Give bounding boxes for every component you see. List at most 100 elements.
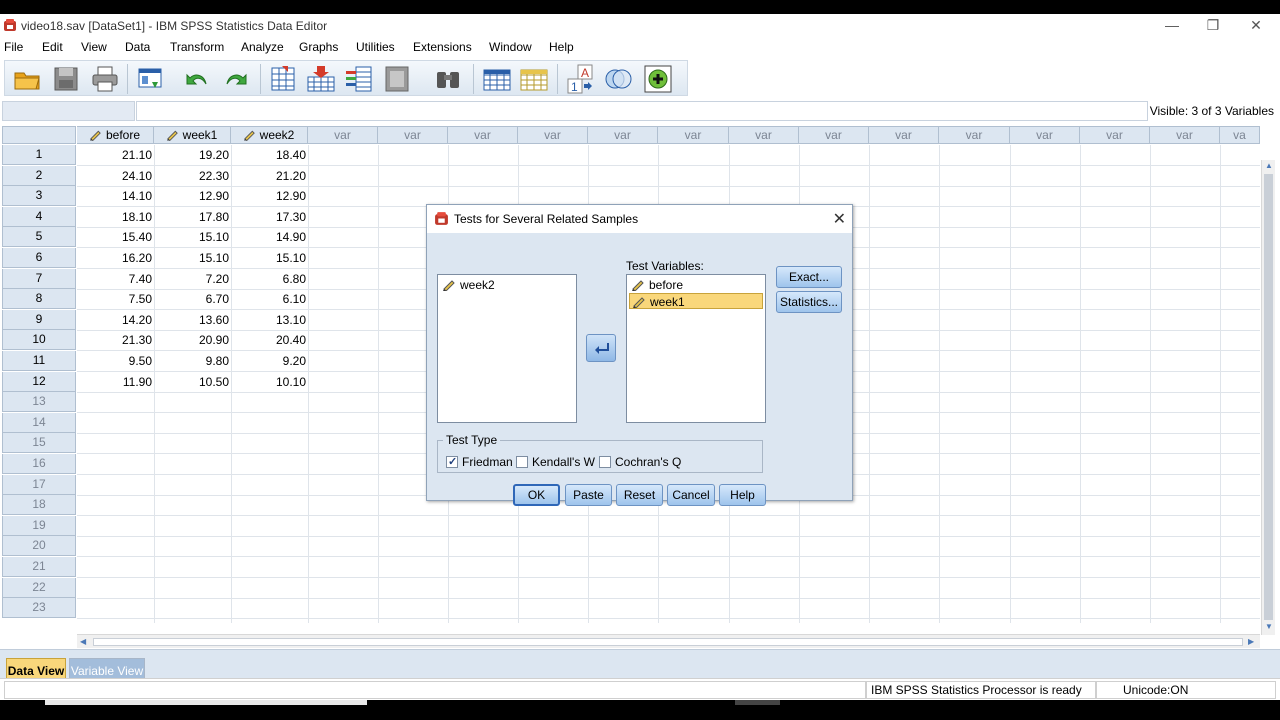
column-header-var[interactable]: var (308, 126, 378, 144)
menu-transform[interactable]: Transform (170, 40, 224, 54)
menu-edit[interactable]: Edit (42, 40, 63, 54)
open-icon[interactable] (12, 64, 42, 94)
data-cell[interactable]: 20.40 (231, 330, 308, 350)
exact-button[interactable]: Exact... (776, 266, 842, 288)
menu-file[interactable]: File (4, 40, 23, 54)
data-cell[interactable]: 24.10 (77, 166, 154, 186)
row-header[interactable]: 13 (2, 392, 76, 413)
data-cell[interactable]: 20.90 (154, 330, 231, 350)
data-cell[interactable]: 12.90 (154, 186, 231, 206)
data-cell[interactable]: 6.80 (231, 269, 308, 289)
column-header-var[interactable]: var (1080, 126, 1150, 144)
data-cell[interactable]: 6.70 (154, 289, 231, 309)
column-header-week2[interactable]: week2 (231, 126, 308, 144)
scroll-down-arrow-icon[interactable]: ▼ (1265, 622, 1273, 631)
column-header-week1[interactable]: week1 (154, 126, 231, 144)
data-cell[interactable]: 17.30 (231, 207, 308, 227)
row-header[interactable]: 11 (2, 351, 76, 371)
friedman-checkbox[interactable]: Friedman (446, 455, 513, 469)
row-header[interactable]: 16 (2, 454, 76, 474)
data-cell[interactable]: 15.40 (77, 227, 154, 247)
undo-icon[interactable] (182, 64, 212, 94)
row-header[interactable]: 18 (2, 495, 76, 516)
menu-utilities[interactable]: Utilities (356, 40, 395, 54)
menu-help[interactable]: Help (549, 40, 574, 54)
data-cell[interactable]: 17.80 (154, 207, 231, 227)
scroll-up-arrow-icon[interactable]: ▲ (1265, 161, 1273, 170)
test-variable-item-week1[interactable]: week1 (629, 293, 763, 309)
data-cell[interactable]: 16.20 (77, 248, 154, 268)
goto-variable-icon[interactable] (306, 64, 336, 94)
value-labels-icon[interactable]: A 1 (566, 64, 596, 94)
minimize-button[interactable]: — (1152, 16, 1192, 36)
row-header[interactable]: 6 (2, 248, 76, 268)
row-header[interactable]: 2 (2, 165, 76, 186)
data-cell[interactable]: 10.10 (231, 372, 308, 392)
data-cell[interactable]: 6.10 (231, 289, 308, 309)
menu-window[interactable]: Window (489, 40, 532, 54)
column-header-var[interactable]: var (1150, 126, 1220, 144)
column-header-var[interactable]: var (939, 126, 1010, 144)
data-cell[interactable]: 15.10 (154, 248, 231, 268)
row-header[interactable]: 10 (2, 330, 76, 351)
row-header[interactable]: 3 (2, 186, 76, 207)
data-cell[interactable]: 19.20 (154, 145, 231, 165)
data-cell[interactable]: 10.50 (154, 372, 231, 392)
cancel-button[interactable]: Cancel (667, 484, 715, 506)
checkbox-unchecked-icon[interactable] (516, 456, 528, 468)
dialog-close-icon[interactable]: ✕ (833, 209, 846, 229)
data-cell[interactable]: 15.10 (231, 248, 308, 268)
data-cell[interactable]: 18.10 (77, 207, 154, 227)
custom-dialog-icon[interactable] (643, 64, 673, 94)
column-header-var[interactable]: var (658, 126, 729, 144)
row-header[interactable]: 23 (2, 598, 76, 619)
data-cell[interactable]: 9.20 (231, 351, 308, 371)
vertical-scroll-thumb[interactable] (1264, 174, 1273, 620)
data-cell[interactable]: 7.20 (154, 269, 231, 289)
column-header-var[interactable]: va (1220, 126, 1260, 144)
data-cell[interactable]: 7.40 (77, 269, 154, 289)
grid-corner[interactable] (2, 126, 76, 144)
source-variable-item[interactable]: week2 (440, 277, 574, 293)
row-header[interactable]: 22 (2, 577, 76, 598)
redo-icon[interactable] (221, 64, 251, 94)
row-header[interactable]: 5 (2, 227, 76, 248)
vertical-scrollbar[interactable]: ▲ ▼ (1261, 160, 1275, 635)
statistics-button[interactable]: Statistics... (776, 291, 842, 313)
scroll-right-arrow-icon[interactable]: ▶ (1248, 637, 1254, 646)
row-header[interactable]: 14 (2, 412, 76, 433)
menu-extensions[interactable]: Extensions (413, 40, 472, 54)
horizontal-scrollbar[interactable]: ◀ ▶ (77, 634, 1260, 648)
menu-data[interactable]: Data (125, 40, 150, 54)
test-variable-item-before[interactable]: before (629, 277, 763, 293)
data-cell[interactable]: 21.10 (77, 145, 154, 165)
data-cell[interactable]: 13.60 (154, 310, 231, 330)
cochrans-q-checkbox[interactable]: Cochran's Q (599, 455, 681, 469)
data-cell[interactable]: 9.50 (77, 351, 154, 371)
menu-analyze[interactable]: Analyze (241, 40, 284, 54)
move-variable-button[interactable] (586, 334, 616, 362)
row-header[interactable]: 20 (2, 536, 76, 557)
insert-variable-icon[interactable] (519, 64, 549, 94)
print-icon[interactable] (90, 64, 120, 94)
checkbox-unchecked-icon[interactable] (599, 456, 611, 468)
column-header-var[interactable]: var (799, 126, 869, 144)
row-header[interactable]: 9 (2, 309, 76, 330)
insert-cases-icon[interactable] (482, 64, 512, 94)
reset-button[interactable]: Reset (616, 484, 663, 506)
close-button[interactable]: ✕ (1236, 16, 1276, 36)
data-cell[interactable]: 21.20 (231, 166, 308, 186)
kendalls-w-checkbox[interactable]: Kendall's W (516, 455, 595, 469)
use-variable-sets-icon[interactable] (603, 64, 633, 94)
horizontal-scroll-thumb[interactable] (93, 638, 1243, 646)
run-descriptives-icon[interactable] (383, 64, 413, 94)
restore-button[interactable]: ❐ (1193, 16, 1233, 36)
data-cell[interactable]: 11.90 (77, 372, 154, 392)
row-header[interactable]: 21 (2, 557, 76, 577)
scroll-left-arrow-icon[interactable]: ◀ (80, 637, 86, 646)
data-cell[interactable]: 21.30 (77, 330, 154, 350)
row-header[interactable]: 17 (2, 474, 76, 495)
data-cell[interactable]: 12.90 (231, 186, 308, 206)
save-icon[interactable] (51, 64, 81, 94)
data-cell[interactable]: 18.40 (231, 145, 308, 165)
